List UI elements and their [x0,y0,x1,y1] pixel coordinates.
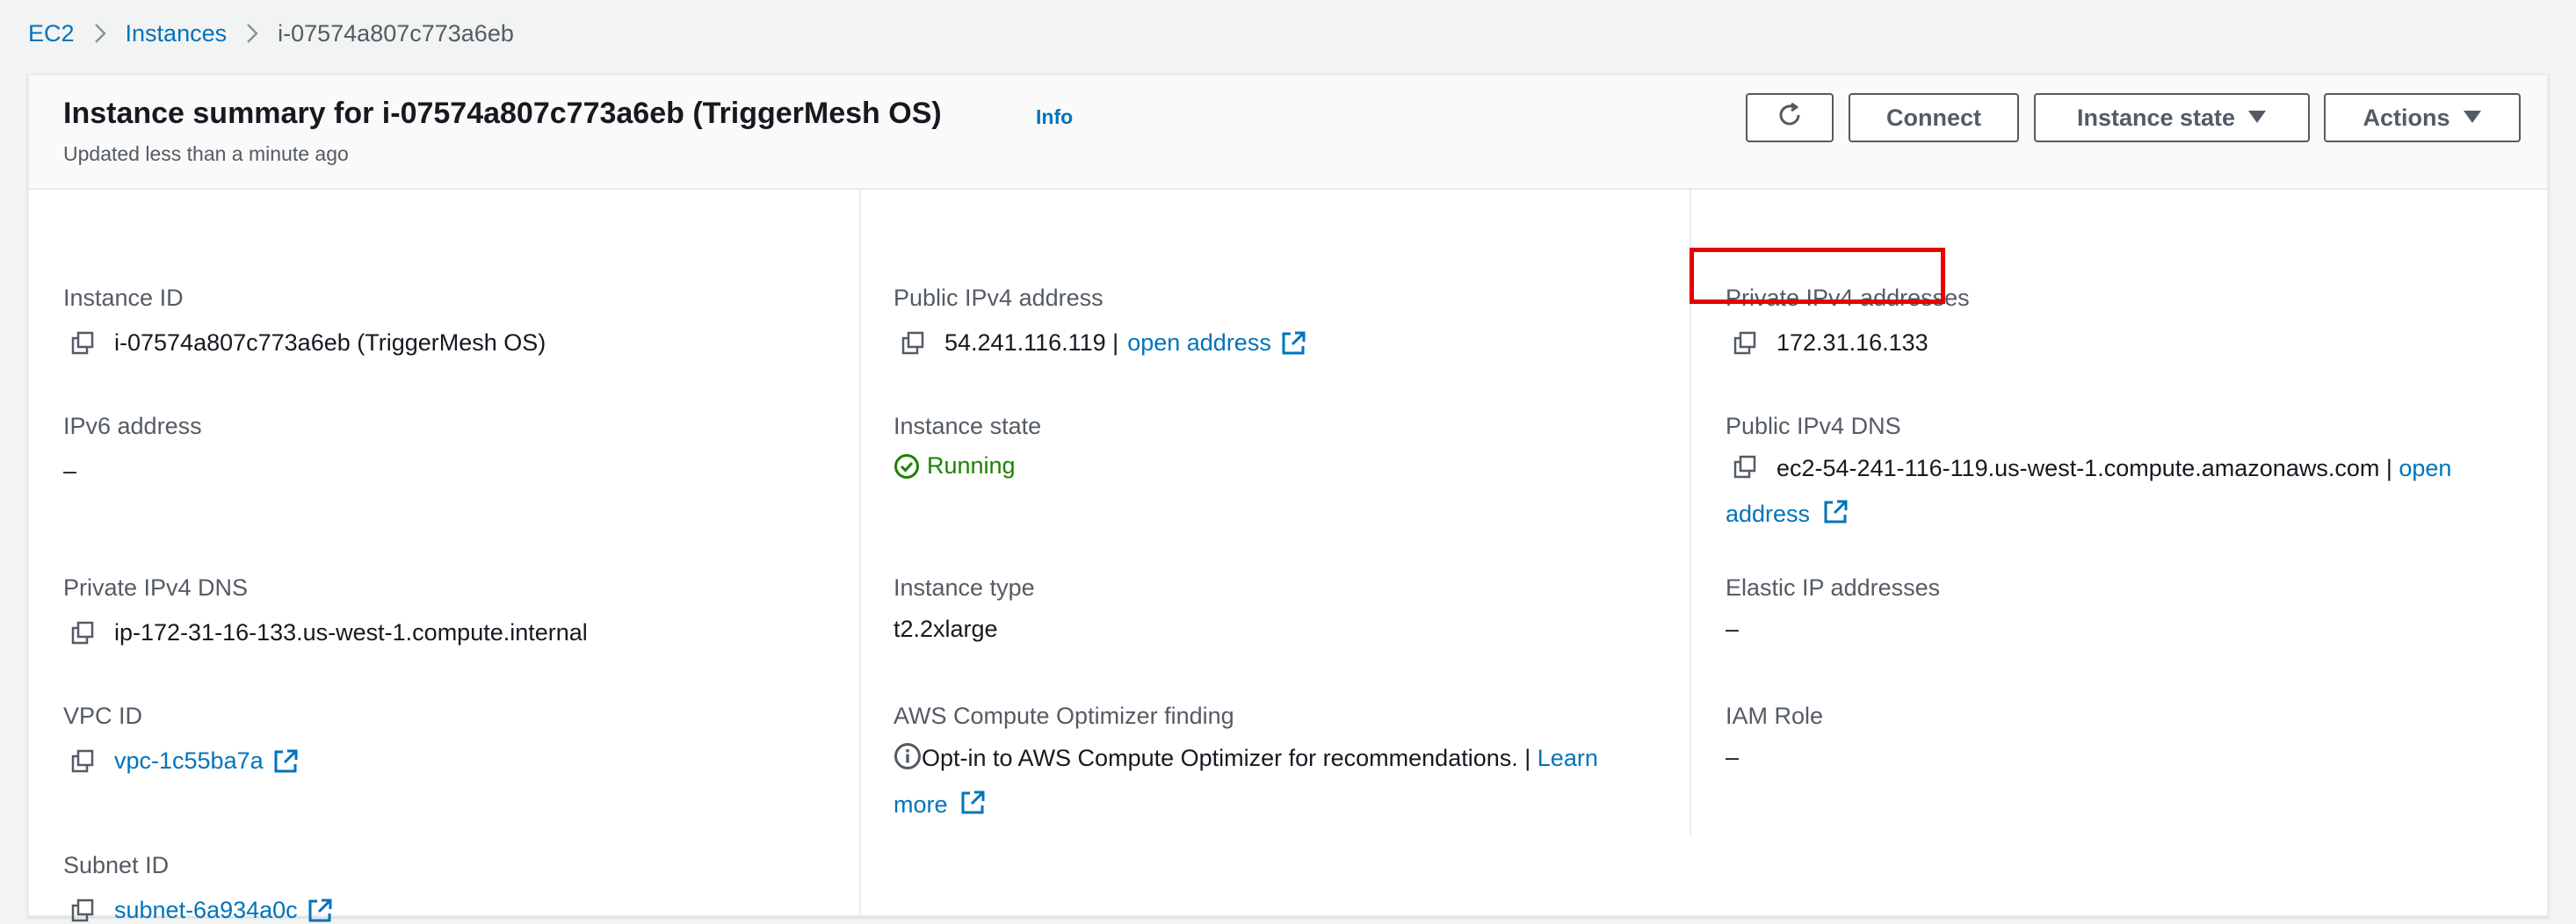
instance-state-label: Instance state [894,413,1042,439]
highlight-annotation [1690,248,1945,304]
connect-button[interactable]: Connect [1849,93,2019,142]
public-dns-label: Public IPv4 DNS [1726,413,1901,439]
instance-summary-panel: Instance summary for i-07574a807c773a6eb… [27,74,2549,923]
subnet-id-link[interactable]: subnet-6a934a0c [114,897,298,924]
breadcrumb: EC2 Instances i-07574a807c773a6eb [28,12,514,54]
public-dns-value: ec2-54-241-116-119.us-west-1.compute.ama… [1776,455,2392,481]
info-link[interactable]: Info [1036,105,1073,129]
instance-state-value: Running [927,452,1016,479]
optimizer-text: Opt-in to AWS Compute Optimizer for reco… [922,745,1531,771]
external-link-icon[interactable] [959,787,986,829]
iam-role-field: IAM Role – [1726,703,2504,771]
check-circle-icon [894,453,920,480]
elastic-ip-value: – [1726,616,1740,642]
optimizer-label: AWS Compute Optimizer finding [894,703,1234,729]
private-ipv4-value: 172.31.16.133 [1776,329,1928,356]
instance-state-dropdown[interactable]: Instance state [2034,93,2310,142]
instance-state-label: Instance state [2076,104,2236,131]
chevron-right-icon [94,23,106,44]
instance-type-label: Instance type [894,574,1035,601]
ipv6-field: IPv6 address – [63,413,842,485]
caret-down-icon [2247,106,2267,129]
copy-icon[interactable] [1733,331,1757,356]
instance-id-value: i-07574a807c773a6eb (TriggerMesh OS) [114,329,546,356]
panel-header: Instance summary for i-07574a807c773a6eb… [29,76,2547,190]
refresh-icon [1775,100,1805,136]
public-dns-field: Public IPv4 DNS ec2-54-241-116-119.us-we… [1726,413,2504,538]
info-circle-icon [894,741,922,783]
instance-id-label: Instance ID [63,285,184,311]
iam-role-value: – [1726,744,1740,770]
learn-more-link-part2[interactable]: more [894,791,948,818]
details-column-2: Public IPv4 address 54.241.116.119 | ope… [859,188,1690,915]
copy-icon[interactable] [70,899,95,923]
copy-icon[interactable] [70,621,95,646]
learn-more-link-part1[interactable]: Learn [1538,745,1598,771]
vpc-id-field: VPC ID vpc-1c55ba7a [63,703,842,775]
breadcrumb-current: i-07574a807c773a6eb [278,19,514,47]
vpc-id-label: VPC ID [63,703,143,729]
open-address-link[interactable]: open address [1127,329,1271,357]
breadcrumb-ec2-link[interactable]: EC2 [28,20,75,47]
instance-type-field: Instance type t2.2xlarge [894,574,1672,643]
subnet-id-label: Subnet ID [63,852,170,878]
external-link-icon[interactable] [272,748,299,775]
optimizer-field: AWS Compute Optimizer finding Opt-in to … [894,703,1672,829]
vpc-id-link[interactable]: vpc-1c55ba7a [114,747,264,775]
breadcrumb-instances-link[interactable]: Instances [126,20,228,47]
instance-state-field: Instance state Running [894,413,1672,480]
elastic-ip-field: Elastic IP addresses – [1726,574,2504,643]
elastic-ip-label: Elastic IP addresses [1726,574,1941,601]
private-dns-value: ip-172-31-16-133.us-west-1.compute.inter… [114,619,588,646]
refresh-button[interactable] [1746,93,1834,142]
copy-icon[interactable] [70,331,95,356]
external-link-icon[interactable] [307,898,333,924]
public-ipv4-field: Public IPv4 address 54.241.116.119 | ope… [894,285,1672,357]
private-dns-label: Private IPv4 DNS [63,574,249,601]
open-address-link-part1[interactable]: open [2399,455,2451,481]
copy-icon[interactable] [70,749,95,774]
details-column-1: Instance ID i-07574a807c773a6eb (Trigger… [29,188,861,923]
copy-icon[interactable] [901,331,925,356]
external-link-icon[interactable] [1822,496,1849,538]
caret-down-icon [2463,106,2482,129]
connect-button-label: Connect [1886,104,1981,131]
actions-label: Actions [2363,104,2450,131]
page-title: Instance summary for i-07574a807c773a6eb… [63,97,942,130]
public-ipv4-label: Public IPv4 address [894,285,1103,311]
instance-type-value: t2.2xlarge [894,616,998,642]
open-address-link-part2[interactable]: address [1726,501,1810,527]
ipv6-value: – [63,458,77,484]
public-ipv4-value: 54.241.116.119 | [944,329,1119,356]
chevron-right-icon [246,23,258,44]
private-dns-field: Private IPv4 DNS ip-172-31-16-133.us-wes… [63,574,842,646]
instance-id-field: Instance ID i-07574a807c773a6eb (Trigger… [63,285,842,357]
external-link-icon[interactable] [1280,330,1306,357]
iam-role-label: IAM Role [1726,703,1824,729]
last-updated-text: Updated less than a minute ago [63,142,349,165]
ipv6-label: IPv6 address [63,413,202,439]
subnet-id-field: Subnet ID subnet-6a934a0c [63,852,842,924]
actions-dropdown[interactable]: Actions [2324,93,2521,142]
copy-icon[interactable] [1733,451,1757,493]
